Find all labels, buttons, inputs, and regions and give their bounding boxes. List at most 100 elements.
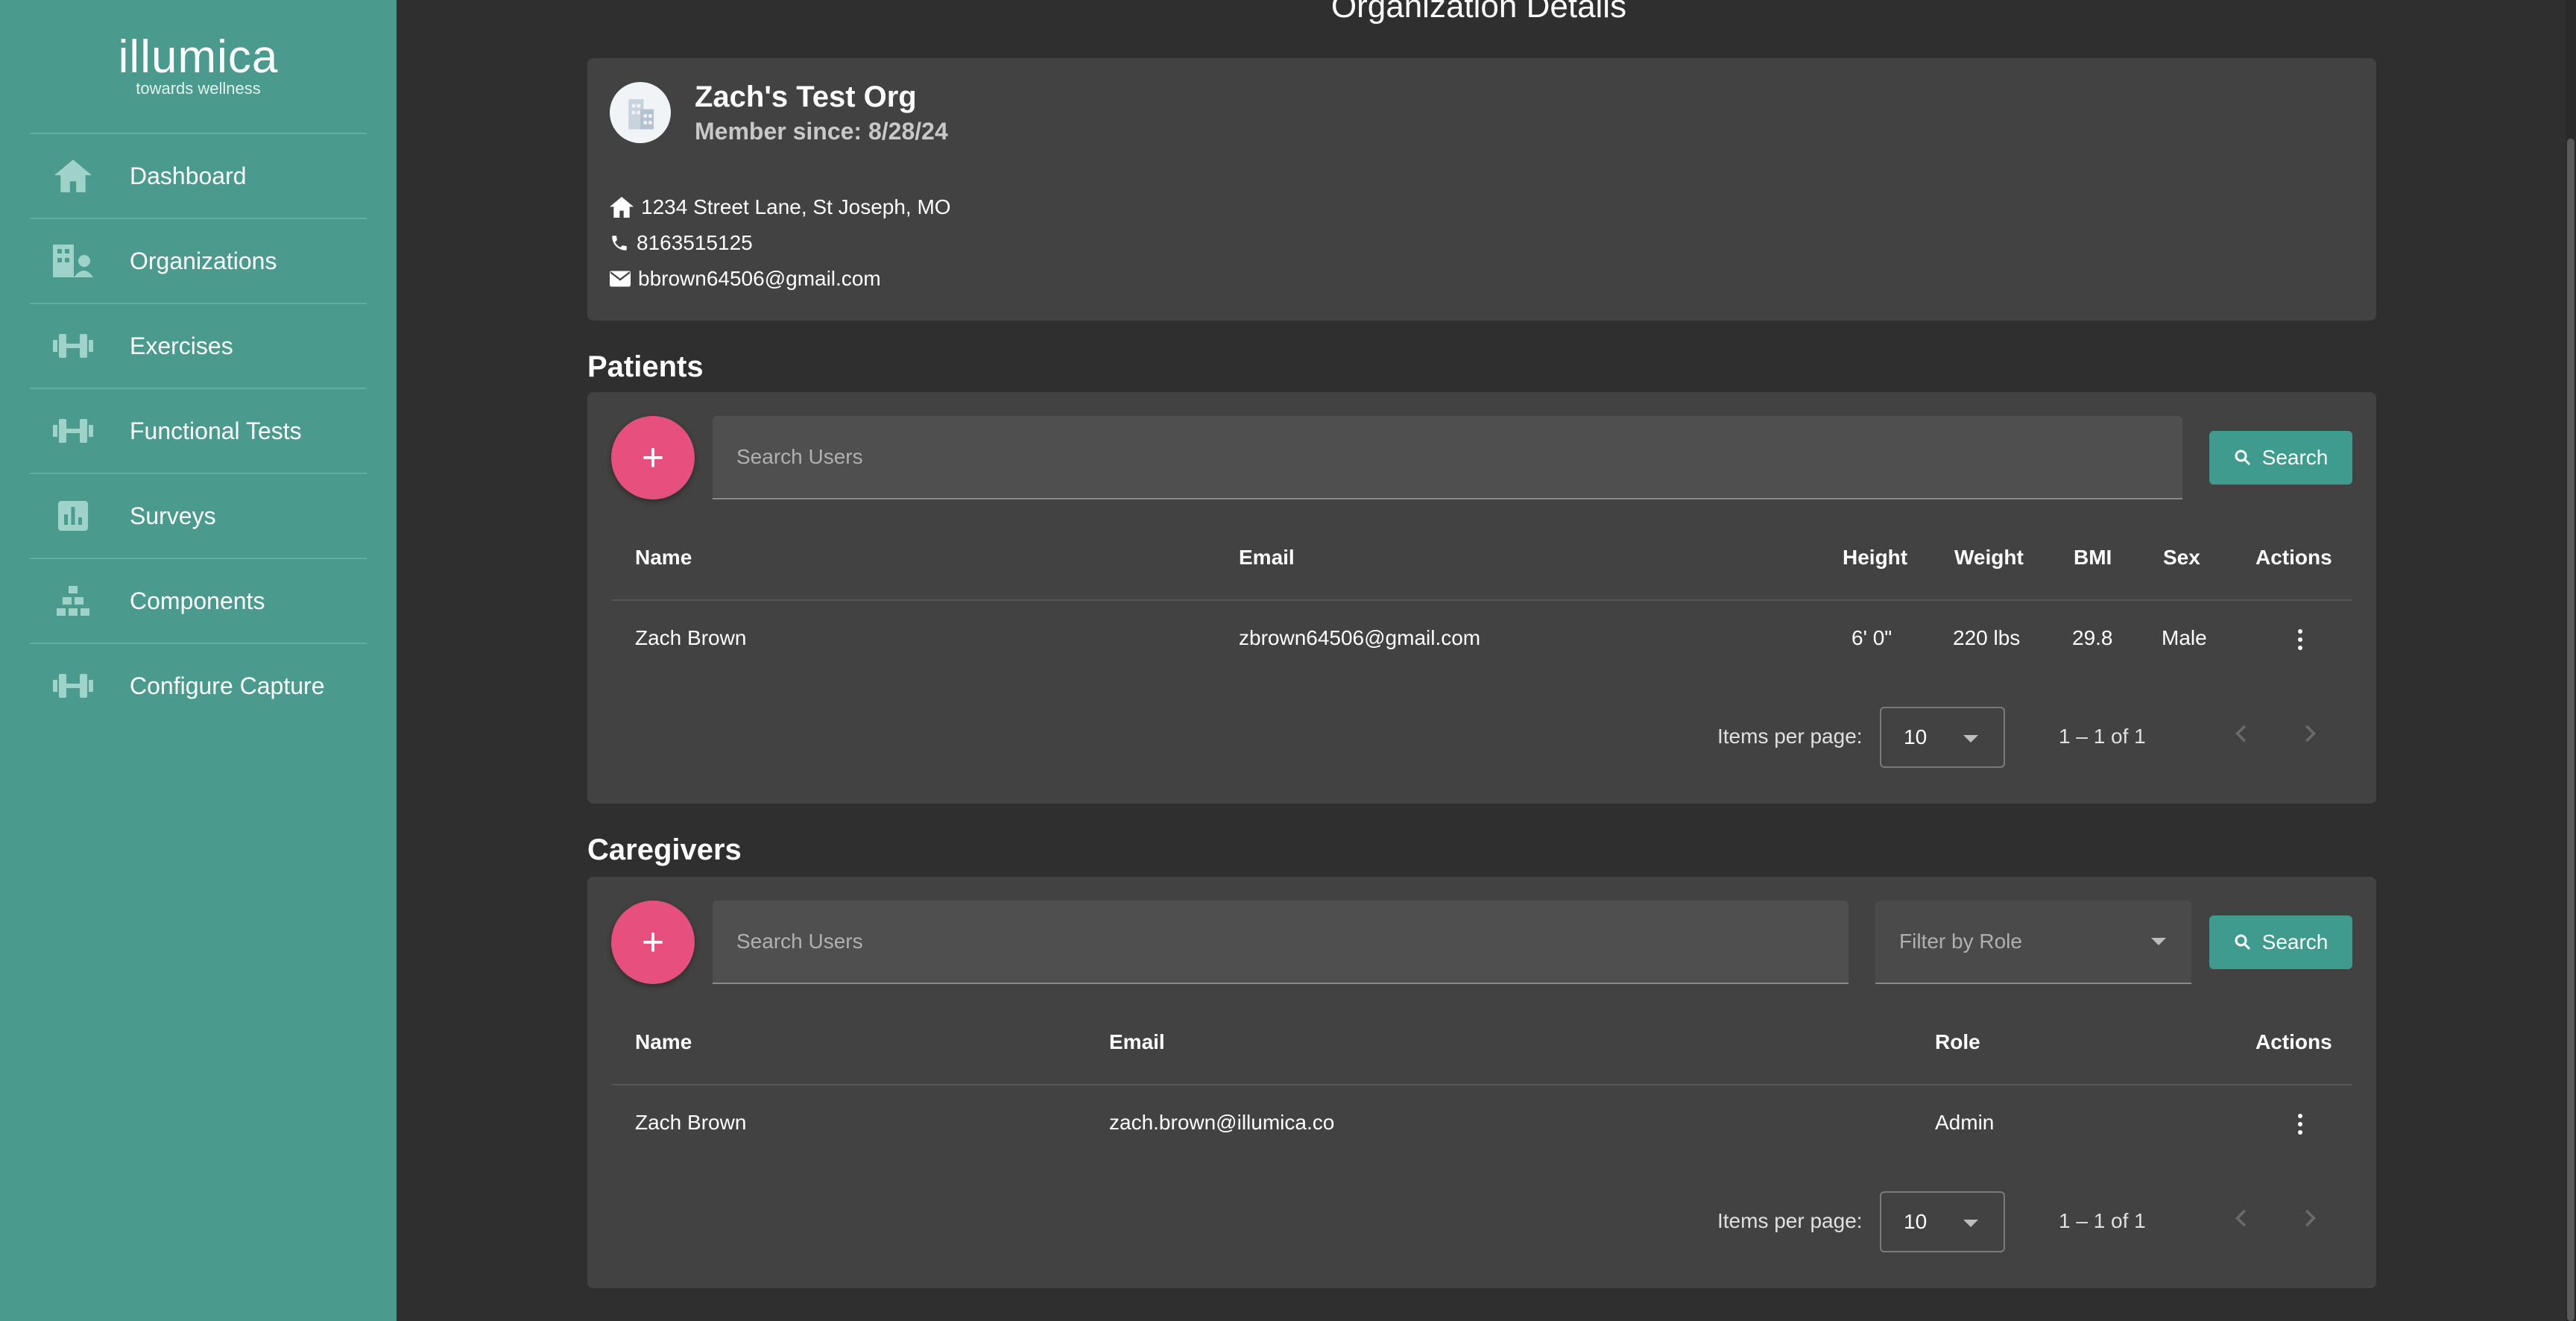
chevron-right-icon: [2305, 1209, 2316, 1227]
patients-search-input[interactable]: [713, 416, 2182, 498]
address-line: 1234 Street Lane, St Joseph, MO: [610, 195, 951, 219]
organization-address: 1234 Street Lane, St Joseph, MO: [641, 195, 951, 218]
chevron-left-icon: [2235, 725, 2247, 743]
items-per-page-value: 10: [1904, 1210, 1928, 1233]
brand-logo[interactable]: illumica towards wellness: [0, 33, 397, 97]
plus-icon: +: [641, 436, 665, 479]
patient-name: Zach Brown: [635, 626, 747, 649]
role-filter-placeholder: Filter by Role: [1899, 930, 2022, 953]
building-icon: [628, 99, 654, 130]
patients-card: + Search Name Email Height Weight BMI Se…: [587, 392, 2376, 804]
pagination-range: 1 – 1 of 1: [2059, 1209, 2146, 1232]
sidebar-item-label: Components: [130, 587, 265, 614]
poll-icon: [52, 495, 94, 537]
patient-height: 6' 0": [1852, 626, 1892, 649]
chevron-down-icon: [2151, 938, 2166, 945]
add-caregiver-button[interactable]: +: [611, 901, 695, 984]
envelope-icon: [610, 271, 631, 287]
home-icon: [52, 155, 94, 197]
patients-title: Patients: [587, 350, 704, 383]
patients-search-button[interactable]: Search: [2209, 431, 2352, 485]
patient-bmi: 29.8: [2072, 626, 2113, 649]
home-icon: [610, 197, 634, 218]
caregivers-card: + Filter by Role Search Name Email Role …: [587, 877, 2376, 1288]
organization-email[interactable]: bbrown64506@gmail.com: [638, 267, 881, 291]
sidebar-item-configure-capture[interactable]: Configure Capture: [30, 643, 367, 728]
column-header-email[interactable]: Email: [1239, 546, 1295, 570]
items-per-page-select[interactable]: 10: [1880, 1191, 2005, 1252]
chevron-down-icon: [1963, 1220, 1978, 1227]
sidebar-item-label: Configure Capture: [130, 672, 325, 699]
caregiver-name: Zach Brown: [635, 1111, 747, 1134]
chevron-down-icon: [1963, 735, 1978, 743]
brand-tagline: towards wellness: [136, 79, 261, 98]
column-header-email[interactable]: Email: [1109, 1030, 1165, 1054]
sidebar-item-surveys[interactable]: Surveys: [30, 473, 367, 558]
sidebar: illumica towards wellness Dashboard Orga…: [0, 0, 397, 1321]
sidebar-item-functional-tests[interactable]: Functional Tests: [30, 388, 367, 473]
dumbbell-icon: [52, 325, 94, 367]
more-options-icon[interactable]: [2291, 1109, 2309, 1139]
caregiver-email: zach.brown@illumica.co: [1109, 1111, 1335, 1134]
table-divider: [611, 1084, 2352, 1085]
column-header-height[interactable]: Height: [1843, 546, 1907, 570]
dumbbell-icon: [52, 665, 94, 707]
column-header-name[interactable]: Name: [635, 1030, 692, 1054]
organization-name: Zach's Test Org: [695, 81, 917, 113]
phone-line: 8163515125: [610, 231, 753, 255]
previous-page-button[interactable]: [2224, 717, 2257, 750]
search-button-label: Search: [2261, 930, 2329, 953]
components-icon: [52, 580, 94, 622]
caregivers-search-field[interactable]: [713, 901, 1849, 984]
sidebar-item-dashboard[interactable]: Dashboard: [30, 133, 367, 218]
chevron-right-icon: [2305, 725, 2316, 743]
organization-icon: [52, 240, 94, 282]
dumbbell-icon: [52, 410, 94, 452]
column-header-name[interactable]: Name: [635, 546, 692, 570]
caregivers-title: Caregivers: [587, 833, 742, 866]
phone-icon: [612, 236, 627, 250]
page-title: Organization Details: [1330, 0, 1627, 25]
more-options-icon[interactable]: [2291, 625, 2309, 655]
sidebar-item-exercises[interactable]: Exercises: [30, 303, 367, 388]
caregiver-role: Admin: [1935, 1111, 1995, 1134]
organization-card: Zach's Test Org Member since: 8/28/24 12…: [587, 58, 2376, 321]
search-icon: [2235, 450, 2250, 466]
sidebar-item-organizations[interactable]: Organizations: [30, 218, 367, 303]
caregivers-search-button[interactable]: Search: [2209, 915, 2352, 969]
column-header-actions: Actions: [2255, 1030, 2332, 1053]
brand-name: illumica: [118, 31, 279, 83]
member-since: Member since: 8/28/24: [695, 118, 948, 145]
sidebar-item-label: Organizations: [130, 247, 277, 274]
search-icon: [2235, 934, 2250, 950]
page-scrollbar[interactable]: [2566, 0, 2576, 1321]
add-patient-button[interactable]: +: [611, 416, 695, 499]
organization-phone: 8163515125: [637, 231, 753, 254]
items-per-page-select[interactable]: 10: [1880, 707, 2005, 768]
items-per-page-label: Items per page:: [1717, 1209, 1863, 1232]
chevron-left-icon: [2235, 1209, 2247, 1227]
previous-page-button[interactable]: [2224, 1202, 2257, 1235]
next-page-button[interactable]: [2294, 717, 2327, 750]
column-header-weight[interactable]: Weight: [1954, 546, 2024, 570]
scrollbar-thumb[interactable]: [2567, 139, 2575, 1321]
pagination-range: 1 – 1 of 1: [2059, 725, 2146, 748]
caregivers-search-input[interactable]: [713, 901, 1849, 983]
column-header-sex[interactable]: Sex: [2163, 546, 2200, 570]
sidebar-item-label: Exercises: [130, 332, 233, 359]
items-per-page-value: 10: [1904, 725, 1928, 748]
organization-avatar: [610, 82, 671, 143]
search-button-label: Search: [2261, 446, 2329, 469]
items-per-page-label: Items per page:: [1717, 725, 1863, 748]
patient-sex: Male: [2162, 626, 2207, 649]
role-filter-select[interactable]: Filter by Role: [1875, 901, 2191, 984]
column-header-role[interactable]: Role: [1935, 1030, 1980, 1054]
column-header-actions: Actions: [2255, 546, 2332, 569]
sidebar-item-components[interactable]: Components: [30, 558, 367, 643]
sidebar-item-label: Surveys: [130, 502, 216, 529]
sidebar-nav: Dashboard Organizations Exercises Functi…: [30, 133, 367, 728]
sidebar-item-label: Functional Tests: [130, 417, 302, 444]
next-page-button[interactable]: [2294, 1202, 2327, 1235]
patients-search-field[interactable]: [713, 416, 2182, 499]
column-header-bmi[interactable]: BMI: [2074, 546, 2112, 570]
